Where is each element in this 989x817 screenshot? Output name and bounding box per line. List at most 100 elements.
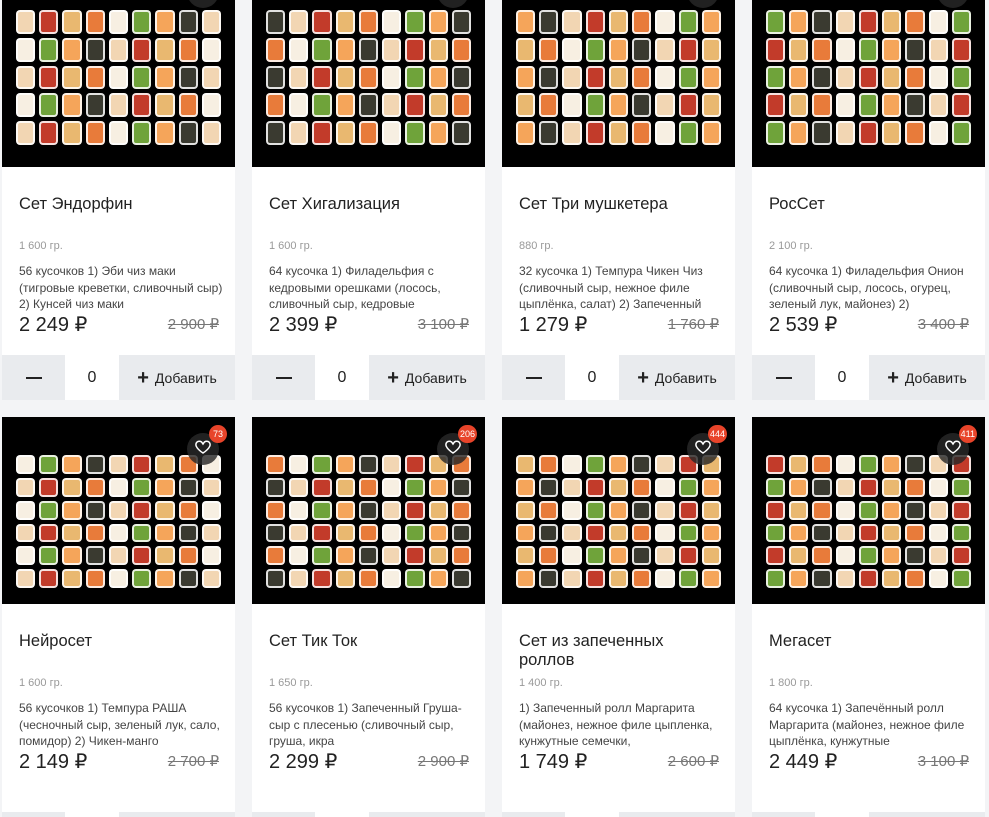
sushi-piece: [289, 93, 309, 118]
sushi-piece: [39, 65, 59, 90]
product-card[interactable]: 206 Сет Тик Ток 1 650 гр. 56 кусочков 1)…: [252, 417, 485, 817]
sushi-piece: [312, 10, 332, 34]
sushi-piece: [312, 523, 332, 543]
product-image[interactable]: [252, 0, 485, 167]
sushi-piece: [428, 546, 448, 566]
favorite-count-badge: 73: [209, 425, 227, 443]
product-card[interactable]: Сет Хигализация 1 600 гр. 64 кусочка 1) …: [252, 0, 485, 400]
product-title[interactable]: РосСет: [769, 195, 969, 214]
sushi-piece: [16, 523, 36, 543]
sushi-piece: [608, 477, 629, 497]
favorite-button[interactable]: 73: [187, 425, 227, 465]
product-old-price: 2 700 ₽: [167, 753, 219, 770]
sushi-piece: [451, 93, 471, 118]
decrease-button[interactable]: [502, 355, 565, 400]
decrease-button[interactable]: [752, 812, 815, 817]
favorite-button[interactable]: [937, 0, 969, 8]
add-to-cart-button[interactable]: + Добавить: [369, 812, 485, 817]
sushi-piece: [539, 93, 559, 118]
sushi-piece: [516, 477, 536, 497]
product-title[interactable]: Сет Эндорфин: [19, 195, 219, 214]
sushi-piece: [766, 65, 786, 90]
sushi-piece: [951, 37, 971, 62]
add-to-cart-button[interactable]: + Добавить: [619, 812, 735, 817]
decrease-button[interactable]: [502, 812, 565, 817]
product-title[interactable]: Сет Тик Ток: [269, 632, 469, 651]
decrease-button[interactable]: [2, 355, 65, 400]
sushi-piece: [382, 121, 402, 145]
sushi-piece: [858, 65, 879, 90]
sushi-piece: [835, 10, 855, 34]
favorite-button[interactable]: 444: [687, 425, 727, 465]
product-title[interactable]: Сет Три мушкетера: [519, 195, 719, 214]
product-title[interactable]: Сет из запеченных роллов: [519, 632, 719, 670]
sushi-piece: [701, 569, 721, 588]
product-weight: 1 650 гр.: [269, 677, 313, 689]
product-image[interactable]: [752, 0, 985, 167]
sushi-piece: [766, 477, 786, 497]
product-title[interactable]: Нейросет: [19, 632, 219, 651]
decrease-button[interactable]: [752, 355, 815, 400]
favorite-button[interactable]: 411: [937, 425, 977, 465]
sushi-piece: [678, 121, 698, 145]
add-to-cart-button[interactable]: + Добавить: [119, 355, 235, 400]
sushi-piece: [858, 477, 879, 497]
product-image[interactable]: [502, 0, 735, 167]
favorite-button[interactable]: 206: [437, 425, 477, 465]
product-description: 56 кусочков 1) Эби чиз маки (тигровые кр…: [19, 264, 223, 311]
sushi-piece: [835, 121, 855, 145]
sushi-piece: [62, 477, 82, 497]
sushi-piece: [16, 10, 36, 34]
add-to-cart-button[interactable]: + Добавить: [619, 355, 735, 400]
sushi-piece: [108, 546, 129, 566]
add-to-cart-button[interactable]: + Добавить: [869, 812, 985, 817]
product-image[interactable]: [2, 0, 235, 167]
add-to-cart-button[interactable]: + Добавить: [119, 812, 235, 817]
sushi-piece: [812, 10, 832, 34]
decrease-button[interactable]: [2, 812, 65, 817]
sushi-piece: [905, 500, 925, 520]
sushi-piece: [562, 477, 582, 497]
sushi-piece: [405, 93, 425, 118]
sushi-piece: [632, 546, 652, 566]
product-title[interactable]: Мегасет: [769, 632, 969, 651]
favorite-button[interactable]: [437, 0, 469, 8]
sushi-piece: [835, 93, 855, 118]
product-weight: 1 400 гр.: [519, 677, 563, 689]
sushi-piece: [585, 500, 605, 520]
product-image[interactable]: 206: [252, 417, 485, 604]
sushi-set-illustration: [766, 455, 971, 588]
product-card[interactable]: 411 Мегасет 1 800 гр. 64 кусочка 1) Запе…: [752, 417, 985, 817]
sushi-set-illustration: [16, 10, 221, 145]
product-image[interactable]: 411: [752, 417, 985, 604]
sushi-piece: [16, 121, 36, 145]
sushi-piece: [835, 455, 855, 474]
product-card[interactable]: 73 Нейросет 1 600 гр. 56 кусочков 1) Тем…: [2, 417, 235, 817]
favorite-button[interactable]: [187, 0, 219, 8]
sushi-piece: [358, 37, 379, 62]
decrease-button[interactable]: [252, 355, 315, 400]
product-card[interactable]: Сет Три мушкетера 880 гр. 32 кусочка 1) …: [502, 0, 735, 400]
product-image[interactable]: 444: [502, 417, 735, 604]
product-image[interactable]: 73: [2, 417, 235, 604]
product-description: 64 кусочка 1) Филадельфия с кедровыми ор…: [269, 264, 441, 311]
product-card[interactable]: РосСет 2 100 гр. 64 кусочка 1) Филадельф…: [752, 0, 985, 400]
add-to-cart-button[interactable]: + Добавить: [869, 355, 985, 400]
sushi-piece: [655, 477, 675, 497]
decrease-button[interactable]: [252, 812, 315, 817]
product-title[interactable]: Сет Хигализация: [269, 195, 469, 214]
favorite-button[interactable]: [687, 0, 719, 8]
sushi-piece: [178, 500, 198, 520]
sushi-piece: [835, 500, 855, 520]
sushi-piece: [178, 523, 198, 543]
sushi-piece: [201, 500, 221, 520]
product-card[interactable]: Сет Эндорфин 1 600 гр. 56 кусочков 1) Эб…: [2, 0, 235, 400]
sushi-piece: [289, 523, 309, 543]
sushi-piece: [108, 37, 129, 62]
add-to-cart-button[interactable]: + Добавить: [369, 355, 485, 400]
sushi-piece: [655, 523, 675, 543]
sushi-piece: [451, 523, 471, 543]
sushi-piece: [678, 569, 698, 588]
sushi-piece: [358, 10, 379, 34]
product-card[interactable]: 444 Сет из запеченных роллов 1 400 гр. 1…: [502, 417, 735, 817]
